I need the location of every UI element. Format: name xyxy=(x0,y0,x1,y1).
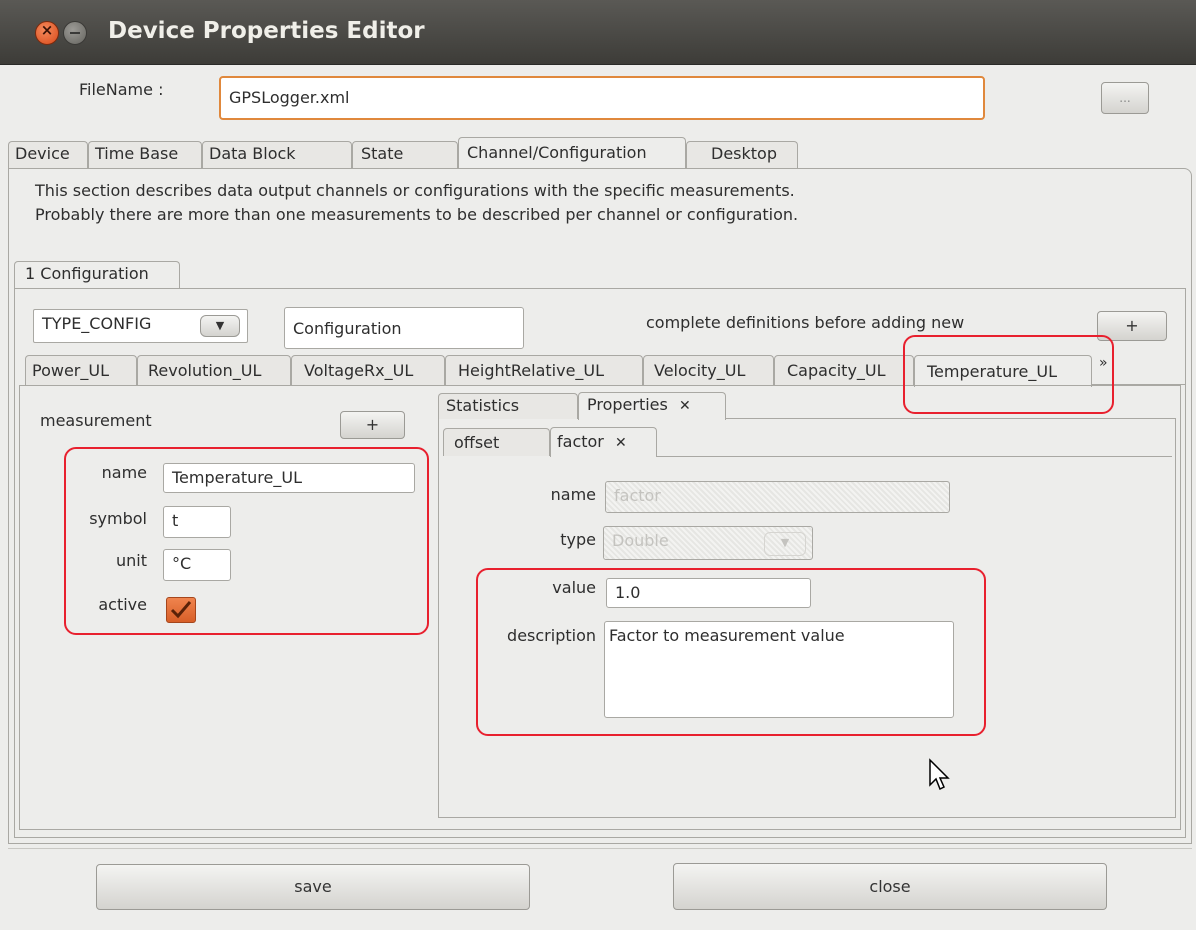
close-icon[interactable]: × xyxy=(36,21,58,39)
configuration-name-input[interactable]: Configuration xyxy=(284,307,524,349)
save-button[interactable]: save xyxy=(96,864,530,910)
type-config-value: TYPE_CONFIG xyxy=(42,314,152,333)
tab-offset[interactable]: offset xyxy=(443,428,550,456)
close-tab-icon[interactable]: ✕ xyxy=(615,435,627,451)
tab-state[interactable]: State xyxy=(352,141,458,168)
tab-power-ul[interactable]: Power_UL xyxy=(25,355,137,385)
tab-heightrelative-ul[interactable]: HeightRelative_UL xyxy=(445,355,643,385)
property-tab-line xyxy=(657,456,1172,457)
description-line-1: This section describes data output chann… xyxy=(35,181,795,200)
property-name-label: name xyxy=(550,485,596,504)
tab-factor[interactable]: factor ✕ xyxy=(550,427,657,457)
title-bar: × Device Properties Editor xyxy=(0,0,1196,65)
close-button[interactable]: close xyxy=(673,863,1107,910)
chevron-down-icon[interactable]: ▼ xyxy=(200,315,240,337)
filename-input[interactable]: GPSLogger.xml xyxy=(219,76,985,120)
mouse-cursor-icon xyxy=(929,758,950,791)
tab-properties-label: Properties xyxy=(587,395,668,414)
measurement-label: measurement xyxy=(40,411,152,430)
tab-desktop[interactable]: Desktop xyxy=(686,141,798,168)
property-type-label: type xyxy=(560,530,596,549)
add-measurement-button[interactable]: + xyxy=(340,411,405,439)
chevron-down-icon[interactable]: ▼ xyxy=(764,532,806,556)
minimize-icon[interactable] xyxy=(70,32,80,34)
tab-voltagerx-ul[interactable]: VoltageRx_UL xyxy=(291,355,445,385)
window-title: Device Properties Editor xyxy=(108,18,425,44)
close-tab-icon[interactable]: ✕ xyxy=(679,398,691,414)
highlight-box xyxy=(903,335,1114,414)
tab-factor-label: factor xyxy=(557,432,604,451)
tab-revolution-ul[interactable]: Revolution_UL xyxy=(137,355,291,385)
property-type-value: Double xyxy=(612,531,669,550)
property-type-select[interactable]: Double ▼ xyxy=(603,526,813,560)
property-name-input[interactable]: factor xyxy=(605,481,950,513)
bottom-separator xyxy=(8,848,1192,849)
tab-channel-configuration[interactable]: Channel/Configuration xyxy=(458,137,686,169)
description-line-2: Probably there are more than one measure… xyxy=(35,205,799,224)
filename-label: FileName : xyxy=(79,80,164,99)
tab-configuration-1[interactable]: 1 Configuration xyxy=(14,261,180,289)
type-config-select[interactable]: TYPE_CONFIG ▼ xyxy=(33,309,248,343)
highlight-box xyxy=(476,568,986,736)
tab-statistics[interactable]: Statistics xyxy=(438,393,578,419)
tab-device[interactable]: Device xyxy=(8,141,88,168)
tab-data-block[interactable]: Data Block xyxy=(202,141,352,168)
browse-button[interactable]: ... xyxy=(1101,82,1149,114)
tab-velocity-ul[interactable]: Velocity_UL xyxy=(643,355,774,385)
hint-text: complete definitions before adding new xyxy=(646,313,965,332)
window-close-button[interactable]: × xyxy=(35,21,59,45)
highlight-box xyxy=(64,447,429,635)
tab-properties[interactable]: Properties ✕ xyxy=(578,392,726,420)
tab-capacity-ul[interactable]: Capacity_UL xyxy=(774,355,914,385)
tab-time-base[interactable]: Time Base xyxy=(88,141,202,168)
window-minimize-button[interactable] xyxy=(63,21,87,45)
